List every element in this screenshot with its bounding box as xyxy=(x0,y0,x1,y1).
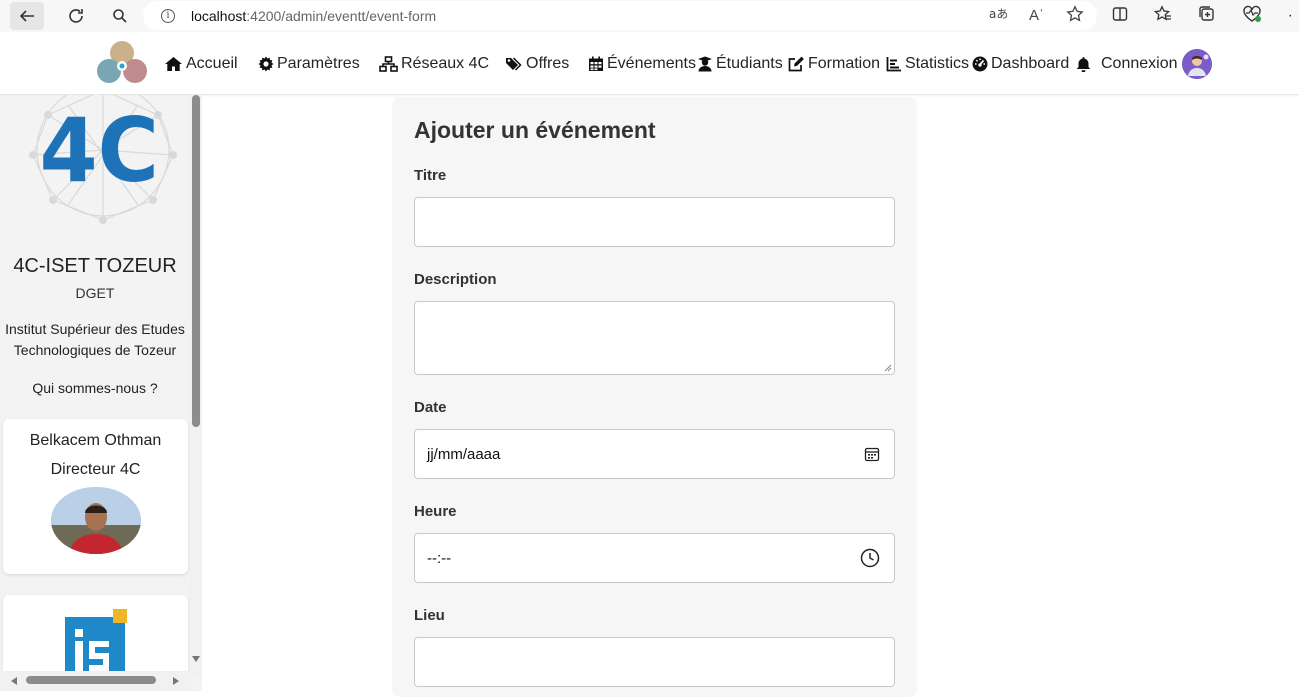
nav-accueil[interactable]: Accueil xyxy=(164,55,258,73)
location-input[interactable] xyxy=(414,637,895,687)
nav-parametres[interactable]: Paramètres xyxy=(258,55,379,73)
sidebar-horizontal-scrollbar[interactable] xyxy=(0,671,190,691)
date-label: Date xyxy=(414,399,447,416)
scroll-right-icon[interactable] xyxy=(172,676,180,686)
nav-offres[interactable]: Offres xyxy=(505,55,588,73)
nav-label: Formation xyxy=(808,55,881,72)
description-textarea[interactable] xyxy=(414,301,895,375)
nav-evenements[interactable]: Événements xyxy=(588,55,697,73)
about-link[interactable]: Qui sommes-nous ? xyxy=(0,380,190,396)
time-input[interactable]: --:-- xyxy=(414,533,895,583)
arrow-left-icon xyxy=(19,10,34,22)
date-value: jj/mm/aaaa xyxy=(427,445,501,463)
gear-icon xyxy=(258,56,274,72)
nav-formation[interactable]: Formation xyxy=(788,55,886,73)
more-menu-icon[interactable]: · xyxy=(1288,7,1293,25)
description-label: Description xyxy=(414,271,497,288)
browser-toolbar: i localhost:4200/admin/eventt/event-form… xyxy=(0,0,1299,32)
description-line: Institut Supérieur des Etudes xyxy=(5,321,185,337)
scroll-down-icon[interactable] xyxy=(191,655,201,663)
search-icon xyxy=(113,9,127,23)
date-input[interactable]: jj/mm/aaaa xyxy=(414,429,895,479)
title-label: Titre xyxy=(414,167,447,184)
student-icon xyxy=(698,56,712,72)
svg-text:aあ: aあ xyxy=(989,7,1007,21)
gauge-icon xyxy=(972,56,988,72)
title-input[interactable] xyxy=(414,197,895,247)
url-path: :4200/admin/eventt/event-form xyxy=(246,7,437,24)
site-info-icon[interactable]: i xyxy=(161,8,175,23)
sidebar: 4C 4C-ISET TOZEUR DGET Institut Supérieu… xyxy=(0,95,202,691)
edit-icon xyxy=(788,56,804,72)
back-button[interactable] xyxy=(10,2,44,30)
bell-icon xyxy=(1076,57,1091,72)
browser-essentials-icon[interactable] xyxy=(1242,5,1262,28)
form-title: Ajouter un événement xyxy=(414,117,656,143)
institute-description: Institut Supérieur des Etudes Technologi… xyxy=(0,319,190,361)
nav-dashboard[interactable]: Dashboard xyxy=(972,55,1076,73)
nav-label: Paramètres xyxy=(277,55,360,72)
favorite-star-icon[interactable] xyxy=(1066,4,1084,26)
svg-text:4C: 4C xyxy=(39,100,159,203)
refresh-icon xyxy=(69,9,83,23)
read-aloud-icon[interactable]: Aʾ xyxy=(1029,7,1044,24)
director-name: Belkacem Othman xyxy=(29,432,162,449)
scrollbar-thumb[interactable] xyxy=(26,676,156,684)
director-role: Directeur 4C xyxy=(50,461,141,478)
tags-icon xyxy=(506,57,522,71)
user-avatar[interactable] xyxy=(1182,49,1212,79)
location-label: Lieu xyxy=(414,607,445,624)
nav-statistics[interactable]: Statistics xyxy=(886,55,972,73)
scroll-left-icon[interactable] xyxy=(10,676,18,686)
network-icon xyxy=(379,56,398,72)
home-icon xyxy=(165,57,182,71)
director-photo xyxy=(51,487,141,554)
translate-icon[interactable]: aあ xyxy=(989,6,1008,25)
nav-reseaux-4c[interactable]: Réseaux 4C xyxy=(379,55,505,73)
time-label: Heure xyxy=(414,503,457,520)
nav-label: Étudiants xyxy=(716,55,783,72)
nav-label: Offres xyxy=(526,55,570,72)
collections-icon[interactable] xyxy=(1198,5,1216,28)
chart-icon xyxy=(886,57,901,72)
address-bar[interactable]: i localhost:4200/admin/eventt/event-form xyxy=(143,1,1097,30)
nav-connexion[interactable]: Connexion xyxy=(1076,55,1178,73)
nav-etudiants[interactable]: Étudiants xyxy=(697,55,788,73)
institute-subtitle: DGET xyxy=(75,285,115,301)
nav-label: Événements xyxy=(607,55,696,72)
favorites-icon[interactable] xyxy=(1153,4,1172,28)
time-value: --:-- xyxy=(427,549,452,567)
director-card: Belkacem Othman Directeur 4C xyxy=(3,419,188,574)
search-button[interactable] xyxy=(106,2,134,30)
4c-logo: 4C xyxy=(28,95,178,225)
nav-label: Dashboard xyxy=(991,55,1070,72)
nav-label: Accueil xyxy=(186,55,238,72)
brand-logo[interactable] xyxy=(96,41,148,87)
clock-icon[interactable] xyxy=(860,548,880,568)
main-navbar: Accueil Paramètres Réseaux 4C Offres Évé… xyxy=(0,33,1299,95)
split-screen-icon[interactable] xyxy=(1112,6,1128,27)
url-host: localhost xyxy=(191,7,247,24)
nav-label: Connexion xyxy=(1101,55,1178,72)
calendar-icon xyxy=(589,56,603,71)
resize-handle-icon[interactable] xyxy=(884,364,892,372)
description-line: Technologiques de Tozeur xyxy=(13,342,177,358)
refresh-button[interactable] xyxy=(62,2,90,30)
event-form: Ajouter un événement Titre Description D… xyxy=(392,97,917,697)
nav-label: Statistics xyxy=(905,55,970,72)
institute-title: 4C-ISET TOZEUR xyxy=(13,255,177,277)
calendar-picker-icon[interactable] xyxy=(864,446,880,462)
sidebar-vertical-scrollbar[interactable] xyxy=(190,95,202,675)
scrollbar-thumb[interactable] xyxy=(192,95,200,427)
nav-label: Réseaux 4C xyxy=(401,55,490,72)
